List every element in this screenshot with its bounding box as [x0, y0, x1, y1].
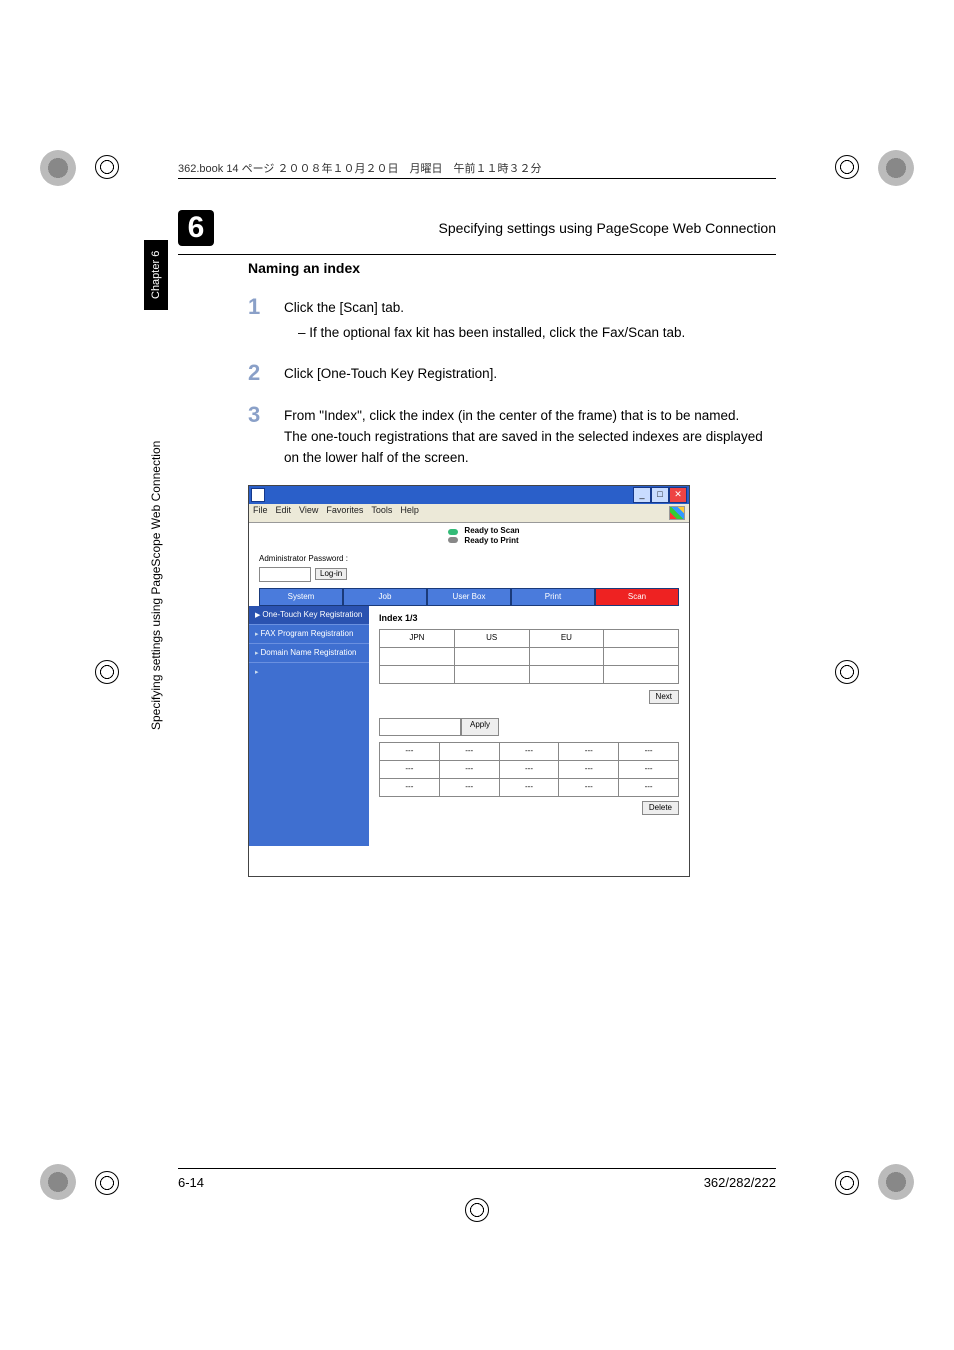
crop-mark	[95, 155, 119, 179]
registration-dot	[40, 1164, 76, 1200]
section-side-text: Specifying settings using PageScope Web …	[144, 330, 168, 730]
status-print: Ready to Print	[464, 537, 519, 545]
index-cell[interactable]: EU	[530, 630, 605, 648]
tab-userbox[interactable]: User Box	[427, 588, 511, 606]
index-cell[interactable]	[604, 630, 679, 648]
step-text: From "Index", click the index (in the ce…	[284, 406, 776, 427]
step-text: The one-touch registrations that are sav…	[284, 427, 776, 469]
reg-cell[interactable]: ---	[559, 761, 619, 779]
index-cell[interactable]	[380, 648, 455, 666]
status-scan: Ready to Scan	[464, 527, 519, 535]
crop-mark	[465, 1198, 489, 1222]
step-number: 3	[248, 402, 284, 428]
index-cell[interactable]	[530, 648, 605, 666]
crop-mark	[835, 660, 859, 684]
reg-cell[interactable]: ---	[619, 761, 679, 779]
step-1: 1 Click the [Scan] tab. – If the optiona…	[248, 294, 776, 344]
reg-cell[interactable]: ---	[440, 743, 500, 761]
registration-dot	[40, 150, 76, 186]
book-metadata-line: 362.book 14 ページ ２００８年１０月２０日 月曜日 午前１１時３２分	[178, 160, 776, 179]
windows-flag-icon	[669, 506, 685, 520]
menu-edit[interactable]: Edit	[276, 506, 292, 520]
reg-cell[interactable]: ---	[500, 779, 560, 797]
index-title: Index 1/3	[379, 614, 679, 623]
ie-icon	[251, 488, 265, 502]
index-grid: JPN US EU	[379, 629, 679, 684]
close-button[interactable]: ✕	[669, 487, 687, 503]
tab-system[interactable]: System	[259, 588, 343, 606]
index-cell[interactable]: JPN	[380, 630, 455, 648]
index-cell[interactable]: US	[455, 630, 530, 648]
window-titlebar: _ □ ✕	[249, 486, 689, 504]
menu-view[interactable]: View	[299, 506, 318, 520]
registration-dot	[878, 1164, 914, 1200]
nav-one-touch[interactable]: One-Touch Key Registration	[249, 606, 369, 625]
index-cell[interactable]	[380, 666, 455, 684]
nav-fax-program[interactable]: FAX Program Registration	[249, 625, 369, 644]
reg-cell[interactable]: ---	[500, 743, 560, 761]
left-nav: One-Touch Key Registration FAX Program R…	[249, 606, 369, 846]
running-header-title: Specifying settings using PageScope Web …	[438, 220, 776, 236]
index-cell[interactable]	[604, 666, 679, 684]
menu-file[interactable]: File	[253, 506, 268, 520]
step-2: 2 Click [One-Touch Key Registration].	[248, 360, 776, 386]
index-cell[interactable]	[455, 666, 530, 684]
crop-mark	[95, 1171, 119, 1195]
model-number: 362/282/222	[704, 1175, 776, 1190]
nav-domain-name[interactable]: Domain Name Registration	[249, 644, 369, 663]
status-light-green-icon	[448, 529, 458, 535]
index-cell[interactable]	[455, 648, 530, 666]
reg-cell[interactable]: ---	[380, 761, 440, 779]
reg-cell[interactable]: ---	[619, 779, 679, 797]
step-text: Click [One-Touch Key Registration].	[284, 364, 497, 385]
crop-mark	[835, 155, 859, 179]
reg-cell[interactable]: ---	[440, 761, 500, 779]
tab-scan[interactable]: Scan	[595, 588, 679, 606]
minimize-button[interactable]: _	[633, 487, 651, 503]
reg-cell[interactable]: ---	[440, 779, 500, 797]
chapter-side-tab: Chapter 6	[144, 240, 168, 310]
chapter-number-badge: 6	[178, 210, 214, 246]
admin-password-input[interactable]	[259, 567, 311, 582]
maximize-button[interactable]: □	[651, 487, 669, 503]
reg-cell[interactable]: ---	[380, 743, 440, 761]
step-number: 2	[248, 360, 284, 386]
tab-job[interactable]: Job	[343, 588, 427, 606]
menu-tools[interactable]: Tools	[371, 506, 392, 520]
crop-mark	[835, 1171, 859, 1195]
browser-menubar: File Edit View Favorites Tools Help	[249, 504, 689, 523]
rename-input[interactable]	[379, 718, 461, 736]
crop-mark	[95, 660, 119, 684]
registration-dot	[878, 150, 914, 186]
reg-cell[interactable]: ---	[559, 743, 619, 761]
menu-favorites[interactable]: Favorites	[326, 506, 363, 520]
tab-print[interactable]: Print	[511, 588, 595, 606]
delete-button[interactable]: Delete	[642, 801, 679, 815]
reg-cell[interactable]: ---	[619, 743, 679, 761]
page-number: 6-14	[178, 1175, 204, 1190]
header-rule	[178, 254, 776, 255]
reg-cell[interactable]: ---	[559, 779, 619, 797]
reg-cell[interactable]: ---	[500, 761, 560, 779]
index-cell[interactable]	[530, 666, 605, 684]
step-sub-text: – If the optional fax kit has been insta…	[298, 323, 685, 344]
admin-password-label: Administrator Password :	[259, 555, 348, 563]
step-text: Click the [Scan] tab.	[284, 298, 685, 319]
section-heading: Naming an index	[248, 260, 776, 276]
step-3: 3 From "Index", click the index (in the …	[248, 402, 776, 469]
login-button[interactable]: Log-in	[315, 568, 347, 580]
apply-button[interactable]: Apply	[461, 718, 499, 736]
menu-help[interactable]: Help	[400, 506, 419, 520]
status-light-grey-icon	[448, 537, 458, 543]
next-button[interactable]: Next	[649, 690, 679, 704]
embedded-screenshot: _ □ ✕ File Edit View Favorites Tools Hel…	[248, 485, 690, 877]
index-cell[interactable]	[604, 648, 679, 666]
reg-cell[interactable]: ---	[380, 779, 440, 797]
step-number: 1	[248, 294, 284, 320]
registration-grid: --- --- --- --- --- --- --- --- --- --- …	[379, 742, 679, 797]
